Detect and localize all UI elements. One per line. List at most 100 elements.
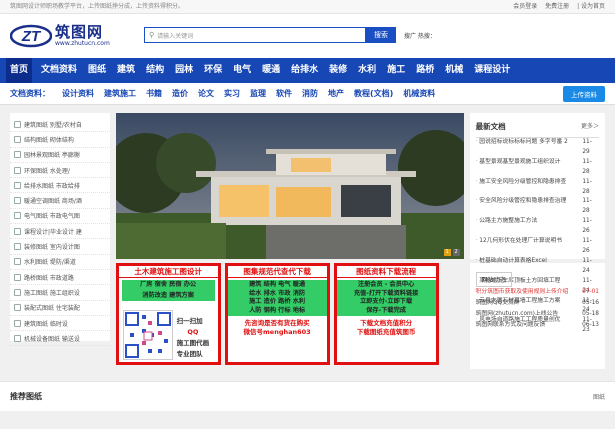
- news-item[interactable]: 12几何形伏在处理厂计算说明书11-26: [476, 237, 599, 257]
- news-item[interactable]: 基型景观基型景观施工组织设计11-28: [476, 158, 599, 178]
- site-logo[interactable]: ZT 筑图网 www.zhutucn.com: [10, 24, 130, 48]
- search-bar: ⚲ 请输入关键词 搜索 搜广 热搜：: [144, 27, 436, 43]
- main-nav: 首页 文档资料 图纸 建筑 结构 园林 环保 电气 暖通 给排水 装修 水利 施工 路桥 机械 课程设计: [0, 58, 615, 83]
- search-placeholder: 请输入关键词: [157, 32, 194, 40]
- category-icon: [14, 243, 21, 251]
- news-item-date: 11-28: [582, 158, 592, 175]
- sidebar-item-label: 环保图纸 水处理/: [24, 167, 70, 175]
- sidebar-item[interactable]: 给排水图纸 市政给排: [10, 178, 110, 194]
- sidebar-item-label: 装修图纸 室内设计图: [24, 244, 80, 252]
- sub-nav-item[interactable]: 监理: [250, 88, 266, 99]
- sub-nav-item[interactable]: 消防: [302, 88, 318, 99]
- sidebar-item-label: 园林景观图纸 亭廊榭: [24, 152, 80, 160]
- sidebar-item-label: 路桥图纸 市政道路: [24, 274, 74, 282]
- main-nav-item[interactable]: 装修: [329, 58, 347, 83]
- sidebar-item[interactable]: 课程设计|毕业设计 建: [10, 224, 110, 240]
- sidebar-item[interactable]: 环保图纸 水处理/: [10, 163, 110, 179]
- set-home-link[interactable]: | 设为首页: [577, 3, 605, 10]
- category-icon: [14, 319, 21, 327]
- news-item[interactable]: 施工安全风险分级管控和隐患排查11-28: [476, 178, 599, 198]
- ad1-line1: 厂房 宿舍 民宿 办公: [121, 280, 215, 291]
- sub-nav-item[interactable]: 书籍: [146, 88, 162, 99]
- main-nav-item[interactable]: 电气: [233, 58, 251, 83]
- site-news-title: 筑图网(zhutucn.com)上线公告: [475, 311, 559, 317]
- sub-nav-item[interactable]: 地产: [328, 88, 344, 99]
- header: ZT 筑图网 www.zhutucn.com ⚲ 请输入关键词 搜索 搜广 热搜…: [0, 14, 615, 58]
- news-item[interactable]: 公路主方施整施工方法11-26: [476, 217, 599, 237]
- site-news-title: 筑图网QQ交流群: [475, 300, 520, 306]
- sidebar-item[interactable]: 建筑图纸 别墅/农村自: [10, 117, 110, 133]
- sidebar-item-label: 水利图纸 堤防/渠道: [24, 259, 76, 267]
- sub-nav-item[interactable]: 软件: [276, 88, 292, 99]
- ad-standard-lookup[interactable]: 图集规范代查代下载 建筑 结构 电气 暖通 给水 排水 市政 消防 施工 造价 …: [224, 263, 330, 365]
- upload-button[interactable]: 上传资料: [563, 85, 605, 102]
- ad2-note: 先咨询是否有货在购买: [244, 319, 310, 327]
- main-nav-item[interactable]: 建筑: [117, 58, 135, 83]
- category-icon: [14, 197, 21, 205]
- recommended-more-link[interactable]: 图纸: [593, 392, 605, 401]
- main-nav-item[interactable]: 首页: [6, 58, 33, 83]
- main-nav-item[interactable]: 路桥: [416, 58, 434, 83]
- ad3-step: 保存-下载完成: [366, 306, 406, 314]
- sidebar-item-label: 机械设备图纸 输送设: [24, 335, 80, 343]
- ad3-note2: 下载图纸充值筑图币: [356, 328, 416, 336]
- latest-docs-panel: 最新文档 更多＞ 园说招标说标标标问题 多字号番 211-29基型景观基型景观施…: [469, 113, 605, 333]
- main-nav-item[interactable]: 施工: [387, 58, 405, 83]
- main-nav-item[interactable]: 暖通: [262, 58, 280, 83]
- main-nav-item[interactable]: 结构: [146, 58, 164, 83]
- login-link[interactable]: 会员登录: [513, 3, 537, 10]
- ad-design-service[interactable]: 土木建筑施工图设计 厂房 宿舍 民宿 办公 消防改造 建筑方案 扫一扫加 QQ …: [115, 263, 221, 365]
- category-icon: [14, 304, 21, 312]
- site-news-date: 05-18: [582, 311, 599, 317]
- main-nav-item[interactable]: 图纸: [88, 58, 106, 83]
- ad-download-flow[interactable]: 图纸资料下载流程 注册会员 - 会员中心 充值-打开下载资料链接 立即支付-立即…: [333, 263, 439, 365]
- site-news-date: 07-01: [582, 289, 599, 295]
- sidebar-item-label: 课程设计|毕业设计 建: [24, 228, 82, 236]
- sidebar-item[interactable]: 机械设备图纸 输送设: [10, 331, 110, 347]
- sub-nav-item[interactable]: 建筑施工: [104, 88, 136, 99]
- logo-icon: ZT: [10, 24, 52, 48]
- register-link[interactable]: 免费注册: [545, 3, 569, 10]
- banner-dot-1[interactable]: 1: [443, 249, 451, 256]
- sidebar-item[interactable]: 水利图纸 堤防/渠道: [10, 255, 110, 270]
- news-item-date: 11-26: [582, 238, 592, 254]
- ad3-step: 注册会员 - 会员中心: [357, 281, 415, 288]
- sidebar-item[interactable]: 电气图纸 市政电气图: [10, 209, 110, 225]
- ad1-service-text: 施工图代画: [176, 339, 210, 347]
- main-nav-item[interactable]: 文档资料: [41, 58, 77, 83]
- site-news-tab[interactable]: 网站动态: [475, 272, 512, 287]
- sub-nav-item[interactable]: 论文: [198, 88, 214, 99]
- main-nav-item[interactable]: 园林: [175, 58, 193, 83]
- category-icon: [14, 273, 21, 281]
- main-nav-item[interactable]: 机械: [445, 58, 463, 83]
- category-icon: [14, 120, 21, 128]
- sub-nav-item[interactable]: 造价: [172, 88, 188, 99]
- latest-docs-more-link[interactable]: 更多＞: [581, 121, 599, 132]
- sub-nav-item[interactable]: 设计资料: [62, 88, 94, 99]
- sub-nav-item[interactable]: 实习: [224, 88, 240, 99]
- sub-nav-item[interactable]: 机械资料: [403, 88, 435, 99]
- search-input[interactable]: ⚲ 请输入关键词: [144, 27, 366, 43]
- sub-nav-item[interactable]: 教程(文档): [354, 88, 393, 99]
- news-item[interactable]: 安全风险分级管控和隐患排查治理11-28: [476, 197, 599, 217]
- sidebar-item[interactable]: 路桥图纸 市政道路: [10, 270, 110, 286]
- sidebar-item[interactable]: 园林景观图纸 亭廊榭: [10, 148, 110, 163]
- main-nav-item[interactable]: 给排水: [291, 58, 318, 83]
- news-item[interactable]: 园说招标说标标标问题 多字号番 211-29: [476, 138, 599, 158]
- category-icon: [14, 151, 21, 159]
- sidebar-item[interactable]: 结构图纸 砌体结构: [10, 132, 110, 148]
- search-button[interactable]: 搜索: [366, 27, 396, 43]
- main-nav-item[interactable]: 水利: [358, 58, 376, 83]
- sidebar-item[interactable]: 装修图纸 室内设计图: [10, 239, 110, 255]
- sidebar-item[interactable]: 施工图纸 施工组织设: [10, 285, 110, 301]
- main-nav-item[interactable]: 课程设计: [474, 58, 510, 83]
- ad3-step: 充值-打开下载资料链接: [353, 289, 419, 297]
- latest-docs-title: 最新文档: [475, 122, 506, 131]
- sidebar-item[interactable]: 装配式图纸 住宅装配: [10, 301, 110, 316]
- sidebar-item[interactable]: 建筑图纸 临时设: [10, 316, 110, 332]
- hero-banner[interactable]: 1 2: [115, 113, 464, 259]
- news-item-title: 12几何形伏在处理厂计算说明书: [476, 237, 583, 257]
- sidebar-item[interactable]: 暖通空调图纸 商场/酒: [10, 193, 110, 209]
- main-nav-item[interactable]: 环保: [204, 58, 222, 83]
- banner-dot-2[interactable]: 2: [452, 249, 460, 256]
